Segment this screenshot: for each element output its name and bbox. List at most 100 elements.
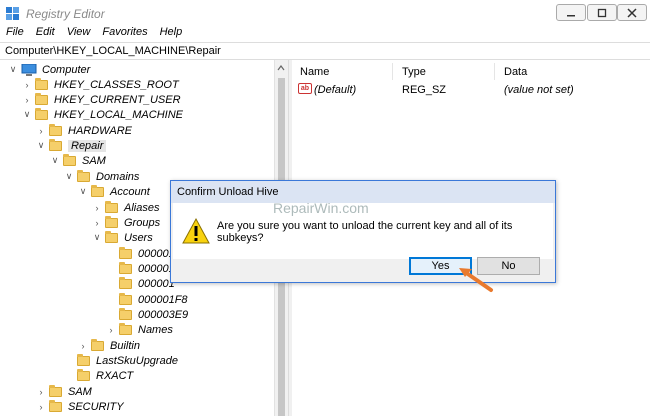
folder-icon <box>119 292 132 305</box>
arrow-annotation-icon <box>459 268 493 292</box>
folder-icon <box>119 246 132 259</box>
column-header-name[interactable]: Name <box>300 66 329 78</box>
tree-item-security[interactable]: › SECURITY <box>36 399 124 414</box>
tree-item-hkey-local-machine[interactable]: ∨ HKEY_LOCAL_MACHINE <box>22 107 183 122</box>
folder-icon <box>77 353 90 366</box>
tree-item-users[interactable]: ∨ Users <box>92 230 153 245</box>
chevron-down-icon[interactable]: ∨ <box>22 109 32 120</box>
tree-item-hardware[interactable]: › HARDWARE <box>36 123 132 138</box>
tree-item-groups[interactable]: › Groups <box>92 215 160 230</box>
column-divider[interactable] <box>494 63 495 80</box>
tree-item-lastskuupgrade[interactable]: LastSkuUpgrade <box>64 353 178 368</box>
tree-item-repair[interactable]: ∨ Repair <box>36 138 107 153</box>
chevron-down-icon[interactable]: ∨ <box>50 155 60 166</box>
registry-editor-icon <box>6 7 19 20</box>
tree-item-label: LastSkuUpgrade <box>96 354 178 367</box>
tree-item-label: Domains <box>96 170 140 183</box>
tree-item-label: 000003E9 <box>138 308 189 321</box>
folder-icon <box>91 184 104 197</box>
value-type: REG_SZ <box>402 84 447 96</box>
menu-bar: File Edit View Favorites Help <box>0 26 650 42</box>
tree-item-label: 000001F8 <box>138 293 188 306</box>
chevron-down-icon[interactable]: ∨ <box>78 186 88 197</box>
tree-item-builtin[interactable]: › Builtin <box>78 338 140 353</box>
tree-item-000003e9[interactable]: 000003E9 <box>106 307 188 322</box>
tree-item-user-key[interactable]: 000001 <box>106 261 175 276</box>
tree-item-label: Account <box>110 185 150 198</box>
column-header-type[interactable]: Type <box>402 66 426 78</box>
chevron-right-icon[interactable]: › <box>78 341 88 351</box>
tree-item-rxact[interactable]: RXACT <box>64 368 133 383</box>
column-divider[interactable] <box>392 63 393 80</box>
scroll-up-icon[interactable] <box>275 63 287 73</box>
dialog-message: Are you sure you want to unload the curr… <box>217 220 513 244</box>
tree-item-domains[interactable]: ∨ Domains <box>64 169 139 184</box>
chevron-right-icon[interactable]: › <box>106 325 116 335</box>
menu-help[interactable]: Help <box>160 26 183 42</box>
folder-icon <box>35 77 48 90</box>
tree-item-aliases[interactable]: › Aliases <box>92 200 159 215</box>
tree-item-names[interactable]: › Names <box>106 322 173 337</box>
menu-view[interactable]: View <box>67 26 91 42</box>
folder-icon <box>35 92 48 105</box>
chevron-right-icon[interactable]: › <box>36 402 46 412</box>
chevron-down-icon[interactable]: ∨ <box>92 232 102 243</box>
watermark: RepairWin.com <box>273 200 369 216</box>
folder-icon <box>105 230 118 243</box>
tree-item-label: Aliases <box>124 201 160 214</box>
tree-item-sam[interactable]: ∨ SAM <box>50 153 106 168</box>
window-title: Registry Editor <box>26 7 105 21</box>
tree-item-hkey-classes-root[interactable]: › HKEY_CLASSES_ROOT <box>22 77 179 92</box>
chevron-right-icon[interactable]: › <box>92 203 102 213</box>
menu-edit[interactable]: Edit <box>36 26 55 42</box>
tree-item-hkey-current-user[interactable]: › HKEY_CURRENT_USER <box>22 92 181 107</box>
folder-icon <box>49 123 62 136</box>
tree-item-label: Computer <box>42 63 91 76</box>
chevron-right-icon[interactable]: › <box>22 80 32 90</box>
tree-item-label: SAM <box>68 385 92 398</box>
folder-icon <box>63 153 76 166</box>
folder-icon <box>77 169 90 182</box>
chevron-right-icon[interactable]: › <box>36 387 46 397</box>
tree-item-account[interactable]: ∨ Account <box>78 184 150 199</box>
folder-icon <box>119 307 132 320</box>
close-button[interactable] <box>617 4 647 21</box>
dialog-title: Confirm Unload Hive <box>177 186 279 198</box>
tree-item-user-key[interactable]: 000001 <box>106 246 175 261</box>
address-path: Computer\HKEY_LOCAL_MACHINE\Repair <box>5 45 221 57</box>
confirm-unload-hive-dialog: Confirm Unload Hive RepairWin.com Are yo… <box>170 180 556 283</box>
folder-icon <box>91 338 104 351</box>
tree-item-label: Groups <box>124 216 161 229</box>
close-icon <box>627 7 637 18</box>
tree-item-label: SAM <box>82 154 106 167</box>
minimize-button[interactable] <box>556 4 586 21</box>
chevron-down-icon[interactable]: ∨ <box>8 64 18 75</box>
dialog-body: RepairWin.com Are you sure you want to u… <box>173 200 553 259</box>
tree-item-sam-hive[interactable]: › SAM <box>36 384 92 399</box>
folder-icon <box>49 384 62 397</box>
folder-icon <box>35 107 48 120</box>
folder-icon <box>119 322 132 335</box>
address-bar[interactable]: Computer\HKEY_LOCAL_MACHINE\Repair <box>0 42 650 60</box>
column-header-data[interactable]: Data <box>504 66 527 78</box>
title-bar: Registry Editor <box>0 0 650 26</box>
tree-item-computer[interactable]: ∨ Computer <box>8 62 90 77</box>
folder-icon <box>77 368 90 381</box>
chevron-right-icon[interactable]: › <box>22 95 32 105</box>
warning-icon <box>182 217 210 244</box>
string-value-icon: ab <box>298 83 312 94</box>
tree-item-label: SECURITY <box>68 400 124 413</box>
chevron-right-icon[interactable]: › <box>92 218 102 228</box>
chevron-down-icon[interactable]: ∨ <box>64 171 74 182</box>
menu-favorites[interactable]: Favorites <box>102 26 147 42</box>
chevron-right-icon[interactable]: › <box>36 126 46 136</box>
tree-item-label: Builtin <box>110 339 140 352</box>
tree-item-user-key[interactable]: 000001 <box>106 276 175 291</box>
tree-item-label: RXACT <box>96 369 134 382</box>
menu-file[interactable]: File <box>6 26 24 42</box>
tree-item-000001f8[interactable]: 000001F8 <box>106 292 188 307</box>
chevron-down-icon[interactable]: ∨ <box>36 140 46 151</box>
maximize-button[interactable] <box>587 4 617 21</box>
tree-item-label: Users <box>124 231 153 244</box>
tree-item-label: HARDWARE <box>68 124 132 137</box>
